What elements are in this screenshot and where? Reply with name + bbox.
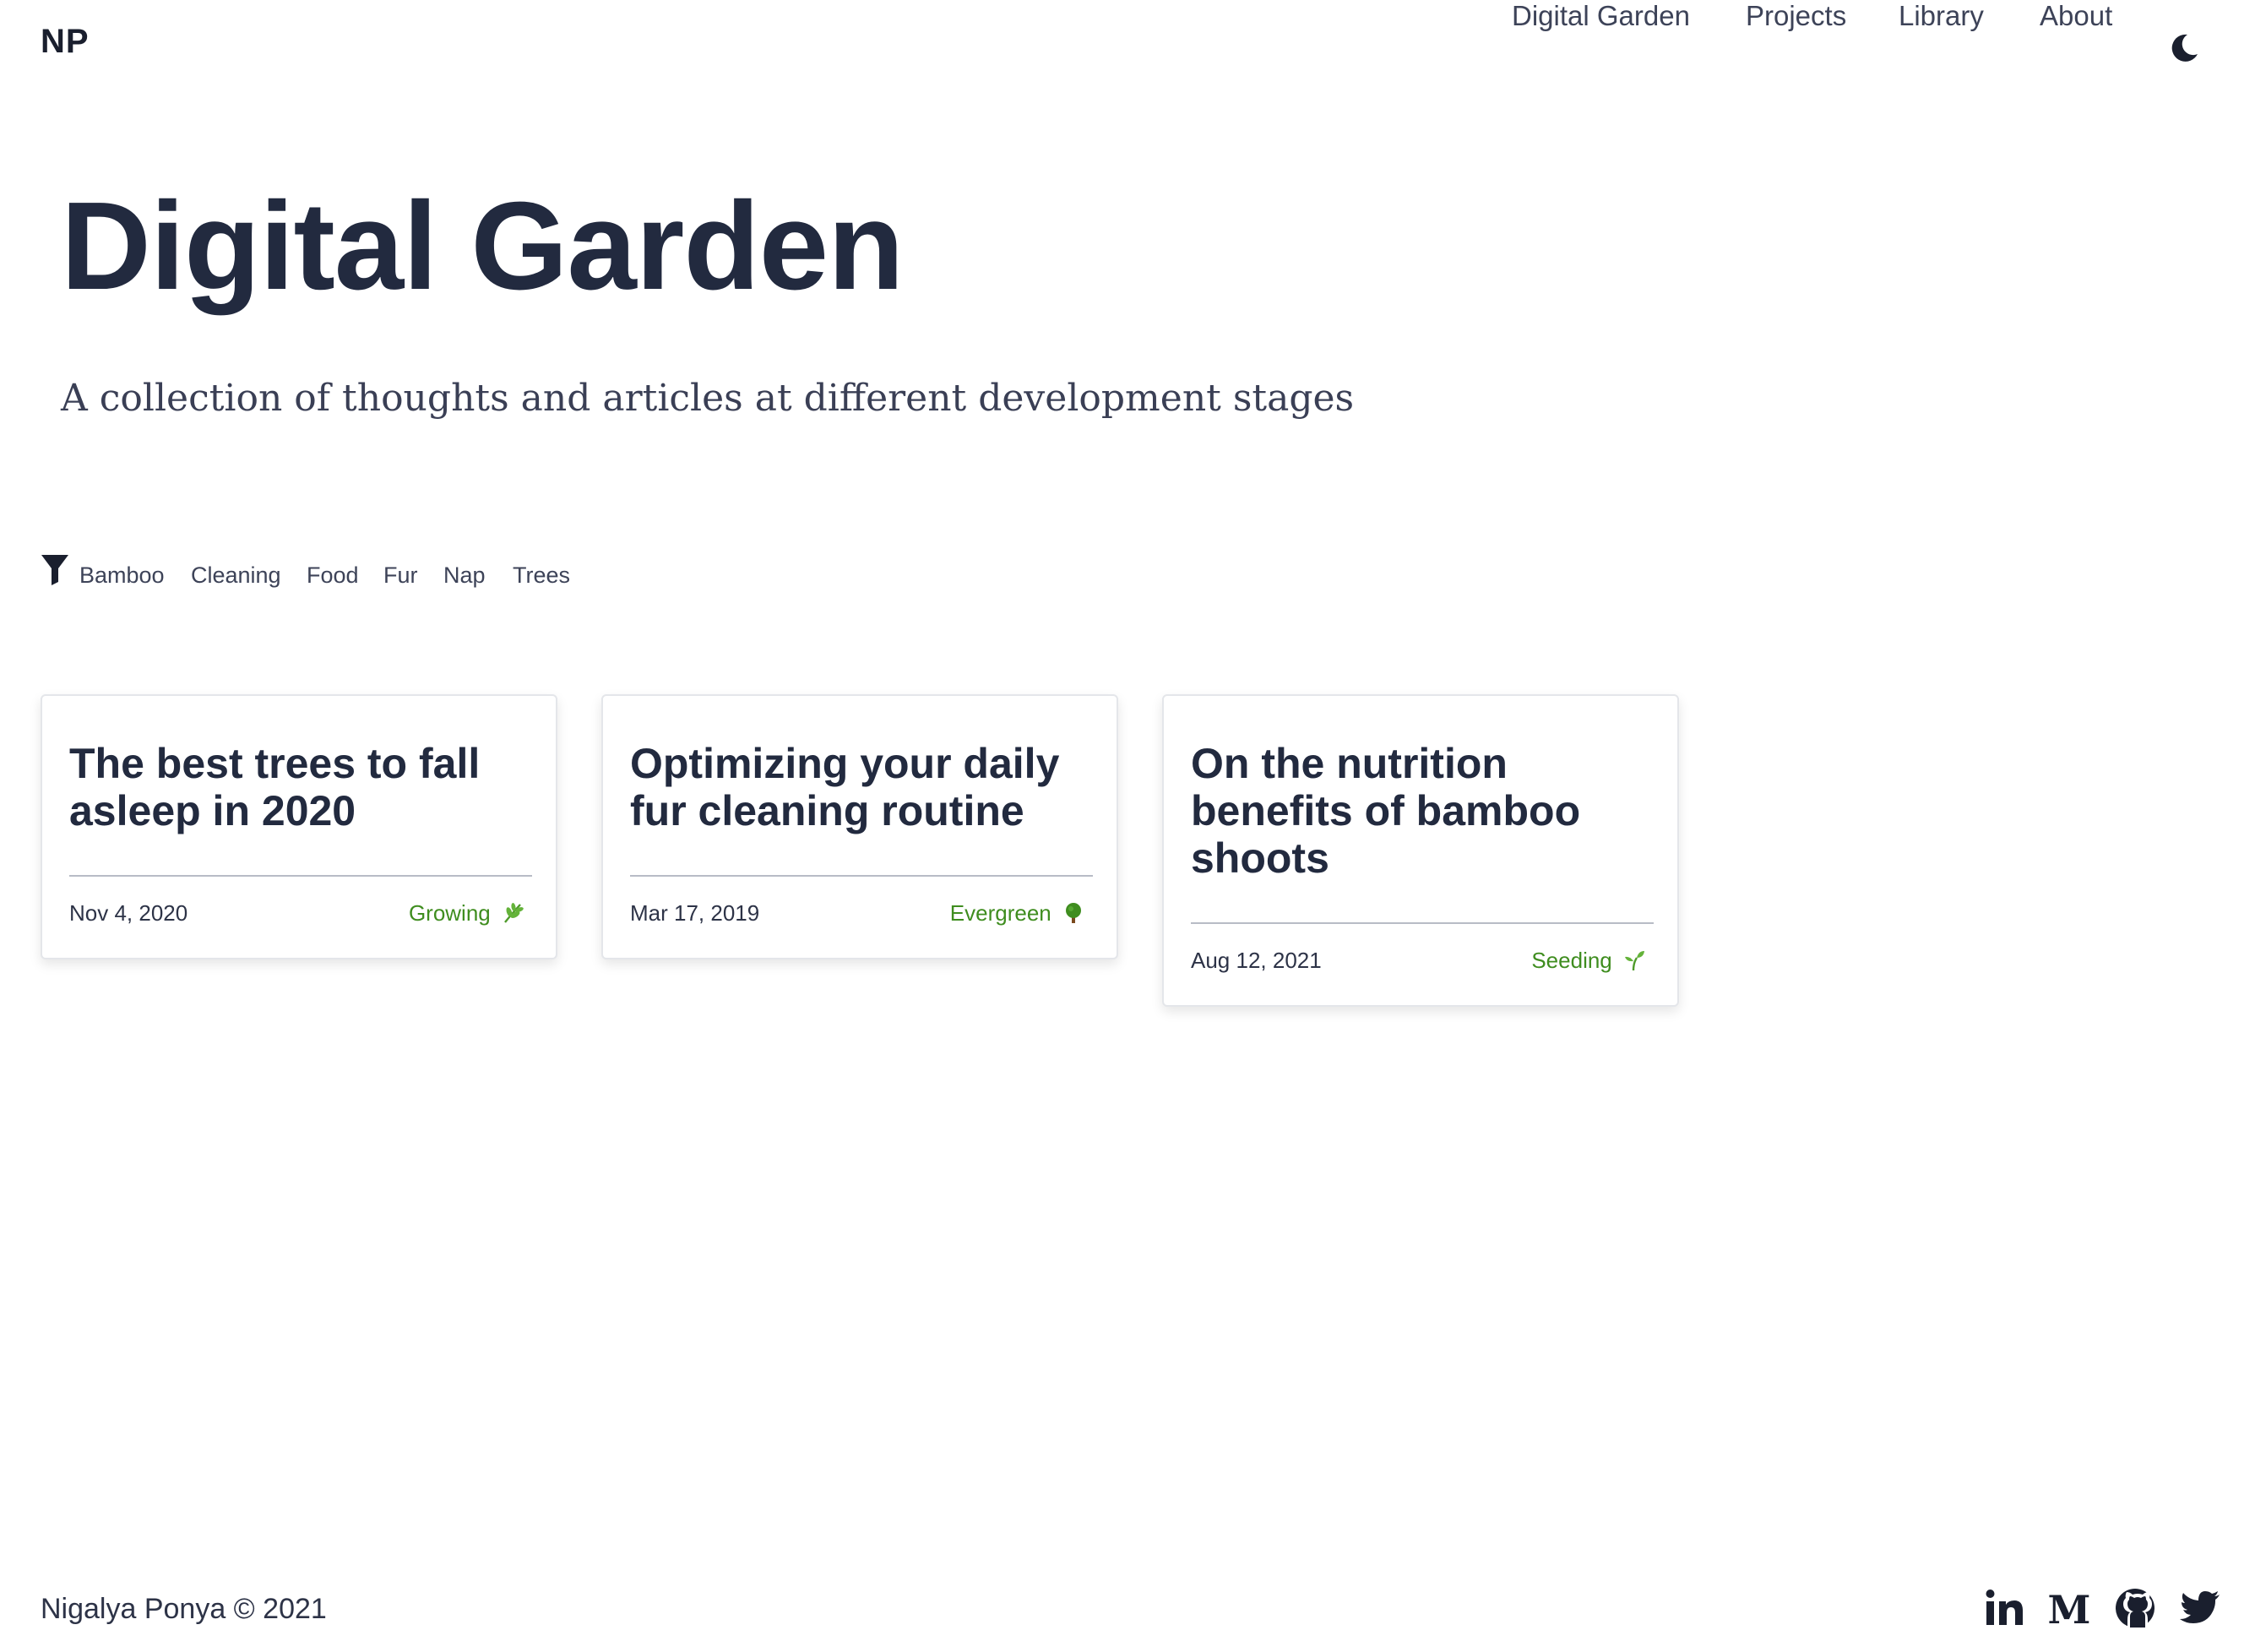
- filter-tag-fur[interactable]: Fur: [383, 562, 418, 589]
- github-link[interactable]: [2113, 1586, 2157, 1630]
- article-card[interactable]: On the nutrition benefits of bamboo shoo…: [1162, 694, 1679, 1007]
- seedling-icon: [1625, 951, 1644, 971]
- site-logo[interactable]: NP: [41, 23, 90, 61]
- article-card-title[interactable]: Optimizing your daily fur cleaning routi…: [630, 740, 1093, 834]
- site-header: NP Digital Garden Projects Library About: [0, 0, 2255, 84]
- footer-copyright: Nigalya Ponya © 2021: [41, 1593, 327, 1625]
- article-card-stage: Evergreen: [950, 900, 1084, 927]
- nav-link-library[interactable]: Library: [1899, 0, 1984, 32]
- tree-icon: [1066, 903, 1081, 923]
- medium-icon: M: [2048, 1587, 2091, 1633]
- linkedin-link[interactable]: [1983, 1586, 2027, 1630]
- article-card-date: Mar 17, 2019: [630, 900, 760, 926]
- article-card[interactable]: Optimizing your daily fur cleaning routi…: [601, 694, 1118, 959]
- article-card-date: Aug 12, 2021: [1191, 948, 1322, 973]
- theme-toggle-button[interactable]: [2167, 30, 2201, 64]
- linkedin-icon: [1986, 1590, 2023, 1625]
- stage-label: Evergreen: [949, 900, 1051, 926]
- page-title: Digital Garden: [61, 177, 905, 316]
- card-divider: [630, 875, 1093, 877]
- stage-label: Growing: [408, 900, 491, 926]
- nav-link-projects[interactable]: Projects: [1746, 0, 1846, 32]
- filter-tag-cleaning[interactable]: Cleaning: [191, 562, 281, 589]
- github-icon: [2116, 1589, 2154, 1628]
- article-card-date: Nov 4, 2020: [69, 900, 188, 926]
- herb-icon: [504, 903, 524, 923]
- article-card-stage: Seeding: [1531, 948, 1645, 974]
- filter-tag-bamboo[interactable]: Bamboo: [79, 562, 165, 589]
- medium-link[interactable]: M: [2047, 1586, 2091, 1633]
- page-subtitle: A collection of thoughts and articles at…: [61, 377, 1355, 420]
- article-card-stage: Growing: [409, 900, 524, 927]
- filter-icon: [41, 555, 68, 585]
- page: NP Digital Garden Projects Library About…: [0, 0, 2255, 1652]
- nav-link-about[interactable]: About: [2040, 0, 2112, 32]
- filter-tag-nap[interactable]: Nap: [443, 562, 486, 589]
- article-card-title[interactable]: The best trees to fall asleep in 2020: [69, 740, 532, 834]
- filter-tag-trees[interactable]: Trees: [513, 562, 570, 589]
- article-card-title[interactable]: On the nutrition benefits of bamboo shoo…: [1191, 740, 1654, 882]
- stage-label: Seeding: [1531, 948, 1612, 973]
- filter-tag-food[interactable]: Food: [307, 562, 359, 589]
- twitter-icon: [2180, 1591, 2220, 1623]
- twitter-link[interactable]: [2179, 1586, 2223, 1630]
- card-divider: [1191, 922, 1654, 924]
- nav-link-digital-garden[interactable]: Digital Garden: [1512, 0, 1690, 32]
- moon-icon: [2171, 34, 2198, 62]
- article-card[interactable]: The best trees to fall asleep in 2020 No…: [41, 694, 557, 959]
- svg-text:M: M: [2048, 1587, 2091, 1630]
- card-divider: [69, 875, 532, 877]
